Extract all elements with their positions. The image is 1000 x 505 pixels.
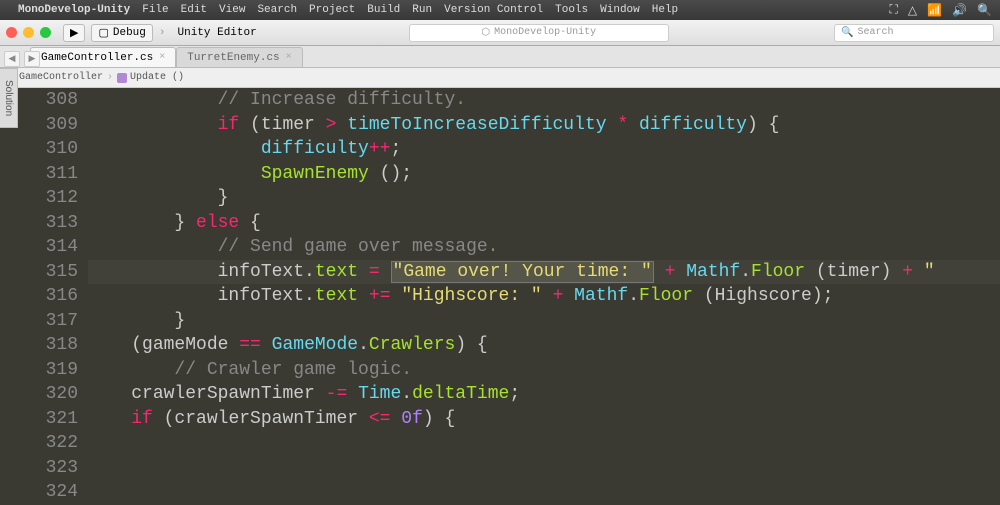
- menu-window[interactable]: Window: [600, 4, 640, 16]
- code-line[interactable]: }: [88, 186, 1000, 211]
- breadcrumb[interactable]: GameController › Update (): [0, 68, 1000, 88]
- code-line[interactable]: // Crawler game logic.: [88, 358, 1000, 383]
- app-name[interactable]: MonoDevelop-Unity: [18, 4, 130, 16]
- menu-help[interactable]: Help: [652, 4, 678, 16]
- code-editor[interactable]: 3083093103113123133143153163173183193203…: [18, 88, 1000, 500]
- device-icon: ▢: [98, 26, 108, 40]
- menu-file[interactable]: File: [142, 4, 168, 16]
- close-icon[interactable]: ×: [159, 52, 165, 63]
- method-icon: [117, 73, 127, 83]
- minimize-window-icon[interactable]: [23, 27, 34, 38]
- status-text: MonoDevelop-Unity: [494, 27, 596, 38]
- run-button[interactable]: ▶: [63, 24, 85, 42]
- code-area[interactable]: // Increase difficulty. if (timer > time…: [88, 88, 1000, 500]
- code-line[interactable]: infoText.text += "Highscore: " + Mathf.F…: [88, 284, 1000, 309]
- target-selector[interactable]: Unity Editor: [172, 24, 263, 42]
- code-line[interactable]: if (crawlerSpawnTimer <= 0f) {: [88, 407, 1000, 432]
- play-icon: ▶: [70, 26, 78, 40]
- code-line[interactable]: // Increase difficulty.: [88, 88, 1000, 113]
- code-line[interactable]: SpawnEnemy ();: [88, 162, 1000, 187]
- cloud-icon[interactable]: △: [908, 3, 917, 18]
- wifi-icon[interactable]: 📶: [927, 3, 942, 18]
- unity-icon: ⬡: [481, 27, 490, 39]
- search-input[interactable]: 🔍 Search: [834, 24, 994, 42]
- code-line[interactable]: difficulty++;: [88, 137, 1000, 162]
- menu-run[interactable]: Run: [412, 4, 432, 16]
- menu-view[interactable]: View: [219, 4, 245, 16]
- toolbar: ▶ ▢ Debug › Unity Editor ⬡ MonoDevelop-Uni…: [0, 20, 1000, 46]
- breadcrumb-class[interactable]: GameController: [6, 72, 103, 83]
- menu-search[interactable]: Search: [257, 4, 297, 16]
- status-pill: ⬡ MonoDevelop-Unity: [409, 24, 669, 42]
- tab-label: TurretEnemy.cs: [187, 52, 279, 64]
- menu-edit[interactable]: Edit: [181, 4, 207, 16]
- menu-tools[interactable]: Tools: [555, 4, 588, 16]
- breadcrumb-method[interactable]: Update (): [117, 72, 184, 83]
- code-line[interactable]: crawlerSpawnTimer -= Time.deltaTime;: [88, 382, 1000, 407]
- chevron-right-icon: ›: [159, 27, 166, 39]
- search-placeholder: Search: [857, 27, 893, 38]
- close-window-icon[interactable]: [6, 27, 17, 38]
- crop-icon[interactable]: ⛶: [890, 3, 898, 17]
- volume-icon[interactable]: 🔊: [952, 3, 967, 18]
- close-icon[interactable]: ×: [286, 52, 292, 63]
- code-line[interactable]: (gameMode == GameMode.Crawlers) {: [88, 333, 1000, 358]
- tab-strip: ◀ ▶ GameController.cs × TurretEnemy.cs ×: [0, 46, 1000, 68]
- menu-version-control[interactable]: Version Control: [444, 4, 543, 16]
- code-line[interactable]: } else {: [88, 211, 1000, 236]
- tab-label: GameController.cs: [41, 52, 153, 64]
- chevron-right-icon: ›: [107, 72, 113, 83]
- code-line[interactable]: // Send game over message.: [88, 235, 1000, 260]
- window-controls[interactable]: [6, 27, 51, 38]
- tab-turretenemy-cs[interactable]: TurretEnemy.cs ×: [176, 47, 302, 67]
- search-icon: 🔍: [841, 27, 853, 39]
- menu-build[interactable]: Build: [367, 4, 400, 16]
- line-gutter: 3083093103113123133143153163173183193203…: [18, 88, 88, 500]
- nav-forward-button[interactable]: ▶: [24, 51, 40, 67]
- code-line[interactable]: infoText.text = "Game over! Your time: "…: [88, 260, 1000, 285]
- code-line[interactable]: if (timer > timeToIncreaseDifficulty * d…: [88, 113, 1000, 138]
- menubar-status-icons: ⛶ △ 📶 🔊 🔍: [890, 3, 993, 18]
- zoom-window-icon[interactable]: [40, 27, 51, 38]
- target-label: Unity Editor: [178, 27, 257, 39]
- menubar: MonoDevelop-Unity File Edit View Search Proj…: [0, 0, 1000, 20]
- config-selector[interactable]: ▢ Debug: [91, 24, 152, 42]
- solution-panel-tab[interactable]: Solution: [0, 68, 18, 128]
- code-line[interactable]: }: [88, 309, 1000, 334]
- nav-back-button[interactable]: ◀: [4, 51, 20, 67]
- search-icon[interactable]: 🔍: [977, 3, 992, 18]
- tab-gamecontroller-cs[interactable]: GameController.cs ×: [30, 47, 176, 67]
- menu-project[interactable]: Project: [309, 4, 355, 16]
- config-label: Debug: [113, 27, 146, 39]
